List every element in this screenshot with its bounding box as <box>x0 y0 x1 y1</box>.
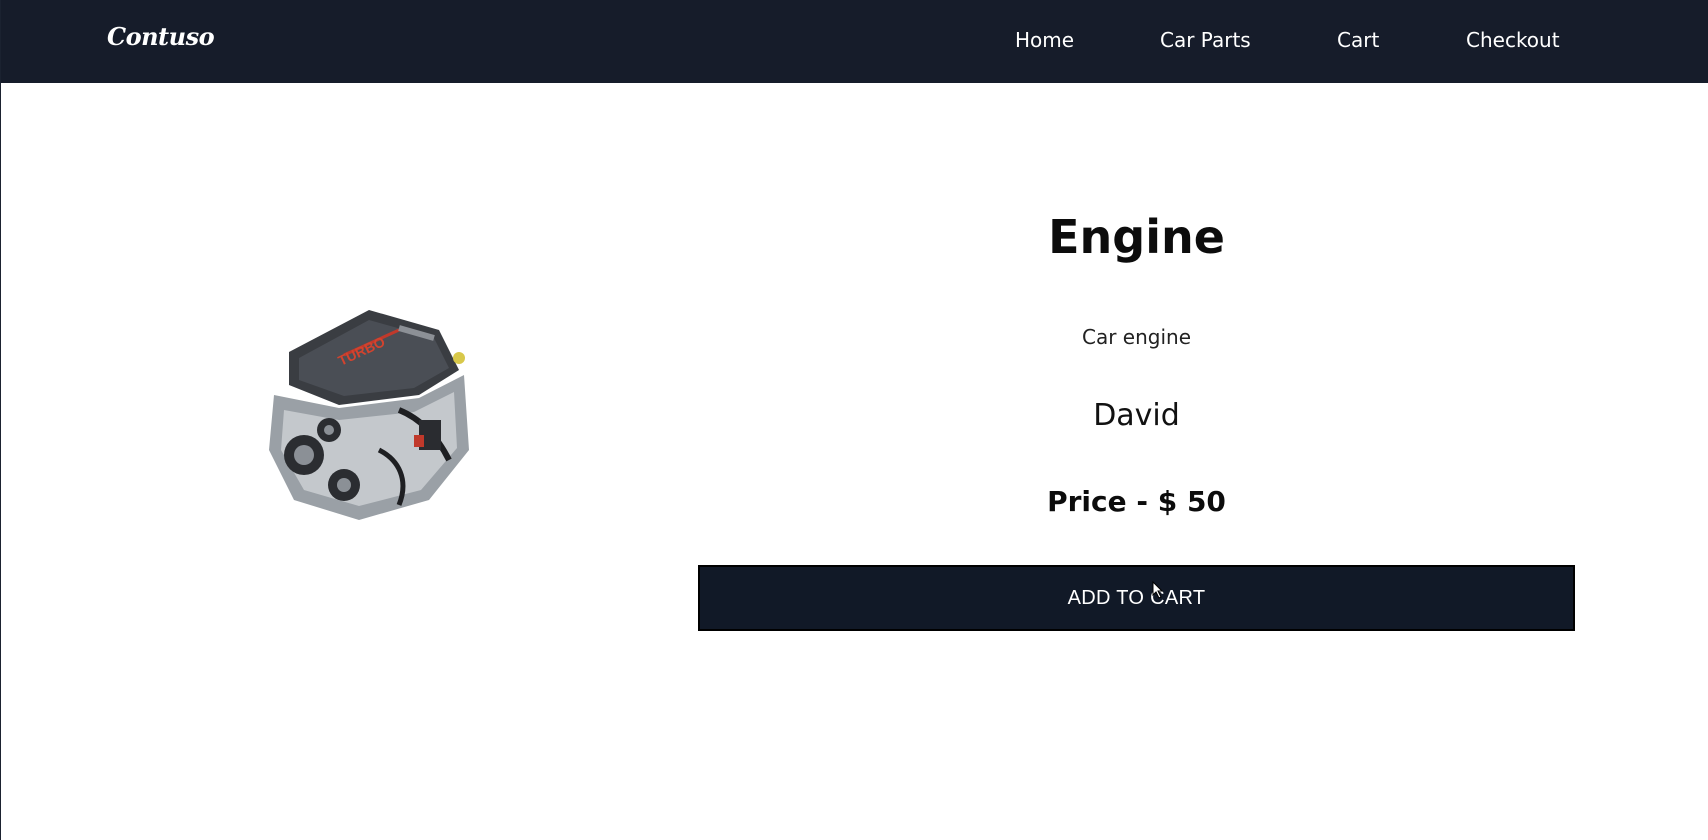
product-description: Car engine <box>1081 325 1191 349</box>
product-title: Engine <box>1048 210 1225 264</box>
add-to-cart-button[interactable]: ADD TO CART <box>698 565 1575 631</box>
product-seller: David <box>1093 398 1180 433</box>
brand-logo[interactable]: Contuso <box>107 22 215 51</box>
car-engine-image: TURBO <box>269 310 469 520</box>
mouse-pointer-icon <box>1152 581 1164 599</box>
product-page: Contuso Home Car Parts Cart Checkout TUR… <box>0 0 1708 840</box>
product-details: Engine Car engine David Price - $ 50 ADD… <box>698 0 1575 840</box>
product-price: Price - $ 50 <box>1047 485 1226 518</box>
